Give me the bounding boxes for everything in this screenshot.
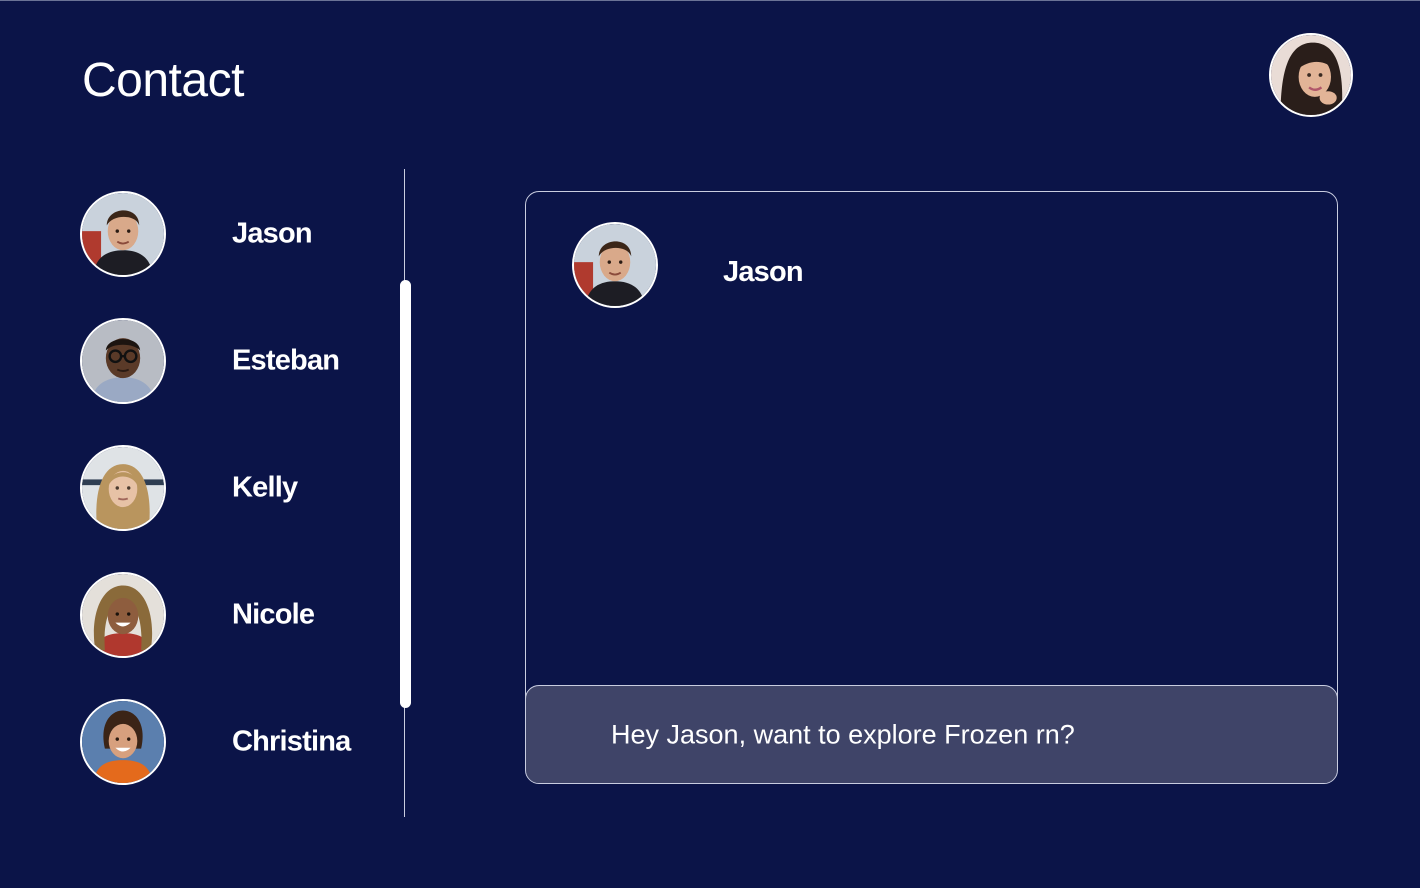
contact-item-esteban[interactable]: Esteban — [80, 318, 380, 404]
person-avatar-icon — [82, 701, 164, 783]
user-avatar-icon — [1271, 35, 1351, 115]
person-avatar-icon — [574, 224, 656, 306]
contact-list: Jason Esteban Kelly Nicole Christina — [0, 169, 404, 817]
message-input-text[interactable]: Hey Jason, want to explore Frozen rn? — [611, 719, 1075, 750]
contact-avatar — [80, 572, 166, 658]
contact-list-scrollbar[interactable] — [400, 280, 411, 708]
contact-avatar — [80, 445, 166, 531]
user-avatar[interactable] — [1269, 33, 1353, 117]
contact-item-christina[interactable]: Christina — [80, 699, 380, 785]
chat-panel: Jason Hey Jason, want to explore Frozen … — [525, 191, 1338, 784]
contact-avatar — [80, 699, 166, 785]
contact-name: Jason — [232, 217, 313, 250]
contact-item-nicole[interactable]: Nicole — [80, 572, 380, 658]
contact-name: Christina — [232, 725, 351, 758]
contact-page: Contact Jason Esteban Kelly Nicole Chris… — [0, 0, 1420, 888]
page-title: Contact — [82, 54, 244, 107]
person-avatar-icon — [82, 447, 164, 529]
chat-contact-avatar — [572, 222, 658, 308]
contact-name: Esteban — [232, 344, 340, 377]
contact-avatar — [80, 191, 166, 277]
contact-name: Nicole — [232, 598, 315, 631]
person-avatar-icon — [82, 193, 164, 275]
contact-item-kelly[interactable]: Kelly — [80, 445, 380, 531]
message-input[interactable]: Hey Jason, want to explore Frozen rn? — [526, 685, 1337, 783]
contact-avatar — [80, 318, 166, 404]
contact-name: Kelly — [232, 471, 298, 504]
person-avatar-icon — [82, 320, 164, 402]
chat-contact-name: Jason — [723, 256, 804, 288]
contact-item-jason[interactable]: Jason — [80, 191, 380, 277]
person-avatar-icon — [82, 574, 164, 656]
